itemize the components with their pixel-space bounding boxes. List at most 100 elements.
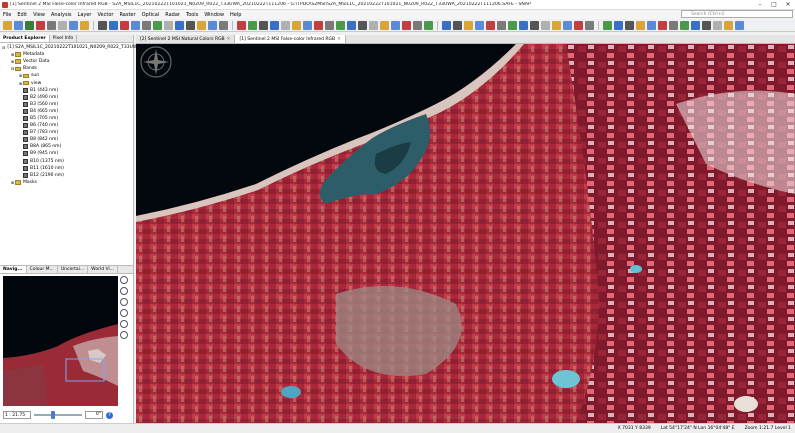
- toolbar-tool-icon[interactable]: [186, 20, 195, 30]
- tab-false-color-rgb[interactable]: [1] Sentinel 2 MSI False-color Infrared …: [235, 35, 346, 43]
- tree-item[interactable]: B8 (842 nm): [2, 136, 131, 143]
- toolbar-tool-icon[interactable]: [80, 20, 89, 30]
- help-icon[interactable]: ?: [106, 411, 113, 419]
- menu-raster[interactable]: Raster: [116, 12, 138, 18]
- toolbar-tool-icon[interactable]: [197, 20, 206, 30]
- toolbar-tool-icon[interactable]: [347, 20, 356, 30]
- tree-item[interactable]: B12 (2190 nm): [2, 172, 131, 179]
- toolbar-tool-icon[interactable]: [563, 20, 572, 30]
- toolbar-tool-icon[interactable]: [292, 20, 301, 30]
- tree-item[interactable]: ⊞ Metadata: [2, 51, 131, 58]
- toolbar-tool-icon[interactable]: [658, 20, 667, 30]
- menu-help[interactable]: Help: [227, 12, 244, 18]
- toolbar-tool-icon[interactable]: [413, 20, 422, 30]
- toolbar-tool-icon[interactable]: [259, 20, 268, 30]
- tab-colour-manipulation[interactable]: Colour M...: [27, 266, 58, 273]
- menu-window[interactable]: Window: [201, 12, 227, 18]
- tree-item[interactable]: B6 (740 nm): [2, 122, 131, 129]
- menu-file[interactable]: File: [0, 12, 14, 18]
- toolbar-tool-icon[interactable]: [3, 20, 12, 30]
- toolbar-tool-icon[interactable]: [680, 20, 689, 30]
- toolbar-tool-icon[interactable]: [391, 20, 400, 30]
- collapse-icon[interactable]: ⊟: [2, 45, 5, 50]
- menu-view[interactable]: View: [30, 12, 48, 18]
- toolbar-tool-icon[interactable]: [14, 20, 23, 30]
- toolbar-tool-icon[interactable]: [464, 20, 473, 30]
- zoom-pixel-icon[interactable]: [120, 298, 128, 306]
- tree-item[interactable]: ⊞ Vector Data: [2, 58, 131, 65]
- toolbar-tool-icon[interactable]: [530, 20, 539, 30]
- menu-analysis[interactable]: Analysis: [48, 12, 75, 18]
- toolbar-tool-icon[interactable]: [486, 20, 495, 30]
- toolbar-tool-icon[interactable]: [713, 20, 722, 30]
- toolbar-tool-icon[interactable]: [47, 20, 56, 30]
- toolbar-tool-icon[interactable]: [691, 20, 700, 30]
- menu-optical[interactable]: Optical: [139, 12, 163, 18]
- toolbar-tool-icon[interactable]: [574, 20, 583, 30]
- toolbar-tool-icon[interactable]: [175, 20, 184, 30]
- search-input[interactable]: Search (Ctrl+I): [681, 10, 793, 18]
- close-tab-icon[interactable]: ✕: [337, 37, 341, 42]
- toolbar-tool-icon[interactable]: [109, 20, 118, 30]
- toolbar-tool-icon[interactable]: [380, 20, 389, 30]
- sync-views-icon[interactable]: [120, 320, 128, 328]
- tab-natural-colors-rgb[interactable]: [2] Sentinel 2 MSI Natural Colors RGB ✕: [136, 35, 236, 43]
- tab-world-view[interactable]: World Vi...: [88, 266, 119, 273]
- toolbar-tool-icon[interactable]: [702, 20, 711, 30]
- toolbar-tool-icon[interactable]: [647, 20, 656, 30]
- toolbar-tool-icon[interactable]: [142, 20, 151, 30]
- toolbar-tool-icon[interactable]: [636, 20, 645, 30]
- toolbar-tool-icon[interactable]: [585, 20, 594, 30]
- toolbar-tool-icon[interactable]: [281, 20, 290, 30]
- tree-item[interactable]: ⊞ view: [2, 79, 131, 86]
- tree-item[interactable]: B3 (560 nm): [2, 101, 131, 108]
- tree-item[interactable]: B7 (783 nm): [2, 129, 131, 136]
- tree-item[interactable]: ⊟ Bands: [2, 65, 131, 72]
- tree-item[interactable]: ⊟ [1] S2A_MSIL1C_20210222T101021_N0209_R0…: [2, 44, 140, 51]
- minimize-button[interactable]: –: [753, 1, 767, 8]
- toolbar-tool-icon[interactable]: [402, 20, 411, 30]
- tab-uncertainty[interactable]: Uncertai...: [58, 266, 89, 273]
- close-button[interactable]: ✕: [781, 1, 795, 8]
- compass-rose-icon[interactable]: [140, 46, 172, 78]
- sync-cursor-icon[interactable]: [120, 331, 128, 339]
- zoom-slider[interactable]: [34, 411, 82, 419]
- toolbar-tool-icon[interactable]: [497, 20, 506, 30]
- toolbar-tool-icon[interactable]: [237, 20, 246, 30]
- toolbar-tool-icon[interactable]: [336, 20, 345, 30]
- menu-tools[interactable]: Tools: [183, 12, 201, 18]
- toolbar-tool-icon[interactable]: [625, 20, 634, 30]
- menu-radar[interactable]: Radar: [162, 12, 183, 18]
- toolbar-tool-icon[interactable]: [36, 20, 45, 30]
- rotation-field[interactable]: 0°: [85, 411, 103, 419]
- toolbar-tool-icon[interactable]: [424, 20, 433, 30]
- toolbar-tool-icon[interactable]: [25, 20, 34, 30]
- toolbar-tool-icon[interactable]: [131, 20, 140, 30]
- toolbar-tool-icon[interactable]: [164, 20, 173, 30]
- toolbar-tool-icon[interactable]: [58, 20, 67, 30]
- tree-item[interactable]: B4 (665 nm): [2, 108, 131, 115]
- toolbar-tool-icon[interactable]: [219, 20, 228, 30]
- tree-item[interactable]: B9 (945 nm): [2, 150, 131, 157]
- maximize-button[interactable]: □: [767, 1, 781, 8]
- zoom-slider-thumb[interactable]: [51, 411, 55, 419]
- tree-item[interactable]: B1 (443 nm): [2, 87, 131, 94]
- tree-item[interactable]: B10 (1375 nm): [2, 158, 131, 165]
- toolbar-tool-icon[interactable]: [98, 20, 107, 30]
- toolbar-tool-icon[interactable]: [270, 20, 279, 30]
- toolbar-tool-icon[interactable]: [303, 20, 312, 30]
- toolbar-tool-icon[interactable]: [541, 20, 550, 30]
- image-view-canvas[interactable]: [136, 44, 795, 423]
- tree-item[interactable]: B8A (865 nm): [2, 143, 131, 150]
- zoom-in-icon[interactable]: [120, 276, 128, 284]
- menu-vector[interactable]: Vector: [95, 12, 117, 18]
- tab-pixel-info[interactable]: Pixel Info: [50, 35, 78, 42]
- toolbar-tool-icon[interactable]: [325, 20, 334, 30]
- toolbar-tool-icon[interactable]: [369, 20, 378, 30]
- toolbar-tool-icon[interactable]: [208, 20, 217, 30]
- tab-navigation[interactable]: Navig...: [0, 266, 27, 273]
- zoom-all-icon[interactable]: [120, 309, 128, 317]
- toolbar-tool-icon[interactable]: [735, 20, 744, 30]
- toolbar-tool-icon[interactable]: [552, 20, 561, 30]
- toolbar-tool-icon[interactable]: [603, 20, 612, 30]
